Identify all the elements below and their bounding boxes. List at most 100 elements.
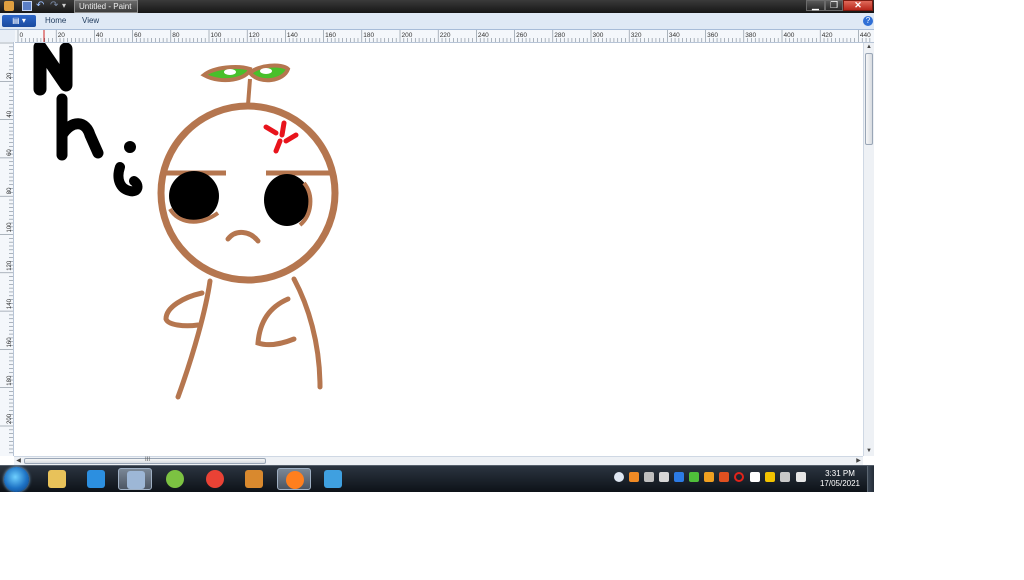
ruler-corner: [0, 30, 15, 42]
volume-tray-icon[interactable]: [796, 472, 806, 482]
start-button[interactable]: [4, 467, 29, 492]
sync-tray-icon[interactable]: [719, 472, 729, 482]
taskbar-clock[interactable]: 3:31 PM 17/05/2021: [812, 469, 868, 489]
anger-mark: [263, 120, 299, 154]
drawing-canvas[interactable]: [14, 43, 862, 455]
ruler-label: 260: [516, 32, 527, 39]
scroll-up-arrow-icon[interactable]: ▲: [864, 43, 874, 52]
ruler-label: 40: [96, 32, 104, 39]
ruler-label: 220: [440, 32, 451, 39]
flag-tray-icon[interactable]: [750, 472, 760, 482]
ruler-label: 280: [554, 32, 565, 39]
taskbar-app-button[interactable]: [237, 468, 271, 490]
chat-tray-icon[interactable]: [614, 472, 624, 482]
scroll-left-arrow-icon[interactable]: ◀: [14, 457, 23, 465]
ruler-label: 180: [7, 375, 13, 386]
ruler-label: 140: [287, 32, 298, 39]
monitor-tray-icon[interactable]: [659, 472, 669, 482]
taskbar-app-button[interactable]: [158, 468, 192, 490]
ruler-label: 200: [402, 32, 413, 39]
ruler-label: 100: [211, 32, 222, 39]
minimize-button[interactable]: ▁: [806, 0, 825, 11]
ruler-label: 20: [58, 32, 66, 39]
tab-home[interactable]: Home: [45, 16, 66, 25]
ruler-label: 0: [20, 32, 24, 39]
undo-icon[interactable]: ↶: [36, 1, 46, 11]
file-explorer-icon: [48, 470, 66, 488]
ruler-label: 240: [478, 32, 489, 39]
opera-tray-icon[interactable]: [734, 472, 744, 482]
ruler-label: 400: [784, 32, 795, 39]
ruler-label: 320: [631, 32, 642, 39]
clock-date: 17/05/2021: [819, 479, 861, 488]
archive-icon: [245, 470, 263, 488]
ruler-label: 340: [669, 32, 680, 39]
ruler-label: 120: [7, 260, 13, 271]
ruler-label: 160: [7, 337, 13, 348]
ruler-label: 100: [7, 222, 13, 233]
app-tray-icon[interactable]: [644, 472, 654, 482]
ruler-label: 80: [7, 187, 13, 194]
help-icon[interactable]: ?: [863, 16, 873, 26]
bluetooth-tray-icon[interactable]: [674, 472, 684, 482]
horizontal-ruler: 0 20 40 60 80 100 120 140 160 180 200 220 240 260 280 3…: [15, 30, 874, 43]
customize-quick-access-icon[interactable]: ▾: [62, 1, 72, 11]
signal-tray-icon[interactable]: [780, 472, 790, 482]
messenger-icon: [324, 470, 342, 488]
redo-icon[interactable]: ↷: [50, 1, 60, 11]
save-icon[interactable]: [22, 1, 32, 11]
taskbar-app-button[interactable]: [40, 468, 74, 490]
tab-view[interactable]: View: [82, 16, 99, 25]
ruler-label: 420: [822, 32, 833, 39]
chrome-icon: [206, 470, 224, 488]
ribbon-tab-bar: ▤ ▾ Home View ?: [0, 13, 874, 30]
ruler-label: 440: [860, 32, 871, 39]
ruler-label: 160: [325, 32, 336, 39]
ruler-label: 120: [249, 32, 260, 39]
horizontal-scroll-thumb[interactable]: III: [24, 457, 266, 464]
scroll-right-arrow-icon[interactable]: ▶: [854, 457, 863, 465]
character-body: [163, 276, 323, 400]
taskbar-app-button[interactable]: [79, 468, 113, 490]
taskbar-app-button[interactable]: [118, 468, 152, 490]
close-button[interactable]: ✕: [843, 0, 873, 11]
paint-icon: [127, 471, 145, 489]
scroll-grip-icon: III: [145, 457, 151, 463]
window-title: Untitled - Paint: [74, 0, 138, 13]
vertical-scrollbar[interactable]: ▲ ▼: [863, 43, 874, 456]
paint-app-icon[interactable]: [4, 1, 14, 11]
ruler-label: 300: [593, 32, 604, 39]
vertical-ruler: 20 40 60 80 100 120 140 160 180 200: [0, 42, 14, 456]
network-tray-icon[interactable]: [765, 472, 775, 482]
ruler-label: 360: [707, 32, 718, 39]
firefox-icon: [286, 471, 304, 489]
handwritten-text-n-h: [33, 43, 143, 197]
sprout-leaves: [200, 63, 291, 106]
paint-menu-button[interactable]: ▤ ▾: [2, 15, 36, 27]
ruler-label: 40: [7, 110, 13, 117]
taskbar-app-button[interactable]: [198, 468, 232, 490]
maximize-button[interactable]: ❐: [825, 0, 843, 11]
ruler-label: 60: [134, 32, 142, 39]
ruler-label: 80: [172, 32, 180, 39]
title-bar: ↶ ↷ ▾ Untitled - Paint ▁ ❐ ✕: [0, 0, 874, 13]
ruler-label: 20: [7, 72, 13, 79]
desktop-screen: ↶ ↷ ▾ Untitled - Paint ▁ ❐ ✕ ▤ ▾ Home Vi…: [0, 0, 874, 492]
horizontal-scrollbar[interactable]: ◀ III ▶: [14, 456, 863, 465]
vertical-scroll-thumb[interactable]: [865, 53, 873, 145]
taskbar-app-button[interactable]: [277, 468, 311, 490]
taskbar: 3:31 PM 17/05/2021: [0, 465, 874, 492]
taskbar-app-button[interactable]: [316, 468, 350, 490]
shield-tray-icon[interactable]: [704, 472, 714, 482]
ruler-label: 140: [7, 298, 13, 309]
scroll-down-arrow-icon[interactable]: ▼: [864, 447, 874, 456]
clock-time: 3:31 PM: [825, 469, 855, 478]
evernote-tray-icon[interactable]: [689, 472, 699, 482]
internet-explorer-icon: [87, 470, 105, 488]
ruler-label: 380: [745, 32, 756, 39]
app-green-icon: [166, 470, 184, 488]
show-desktop-button[interactable]: [867, 466, 874, 492]
tool-tray-icon[interactable]: [629, 472, 639, 482]
ruler-label: 200: [7, 413, 13, 424]
ruler-label: 180: [363, 32, 374, 39]
